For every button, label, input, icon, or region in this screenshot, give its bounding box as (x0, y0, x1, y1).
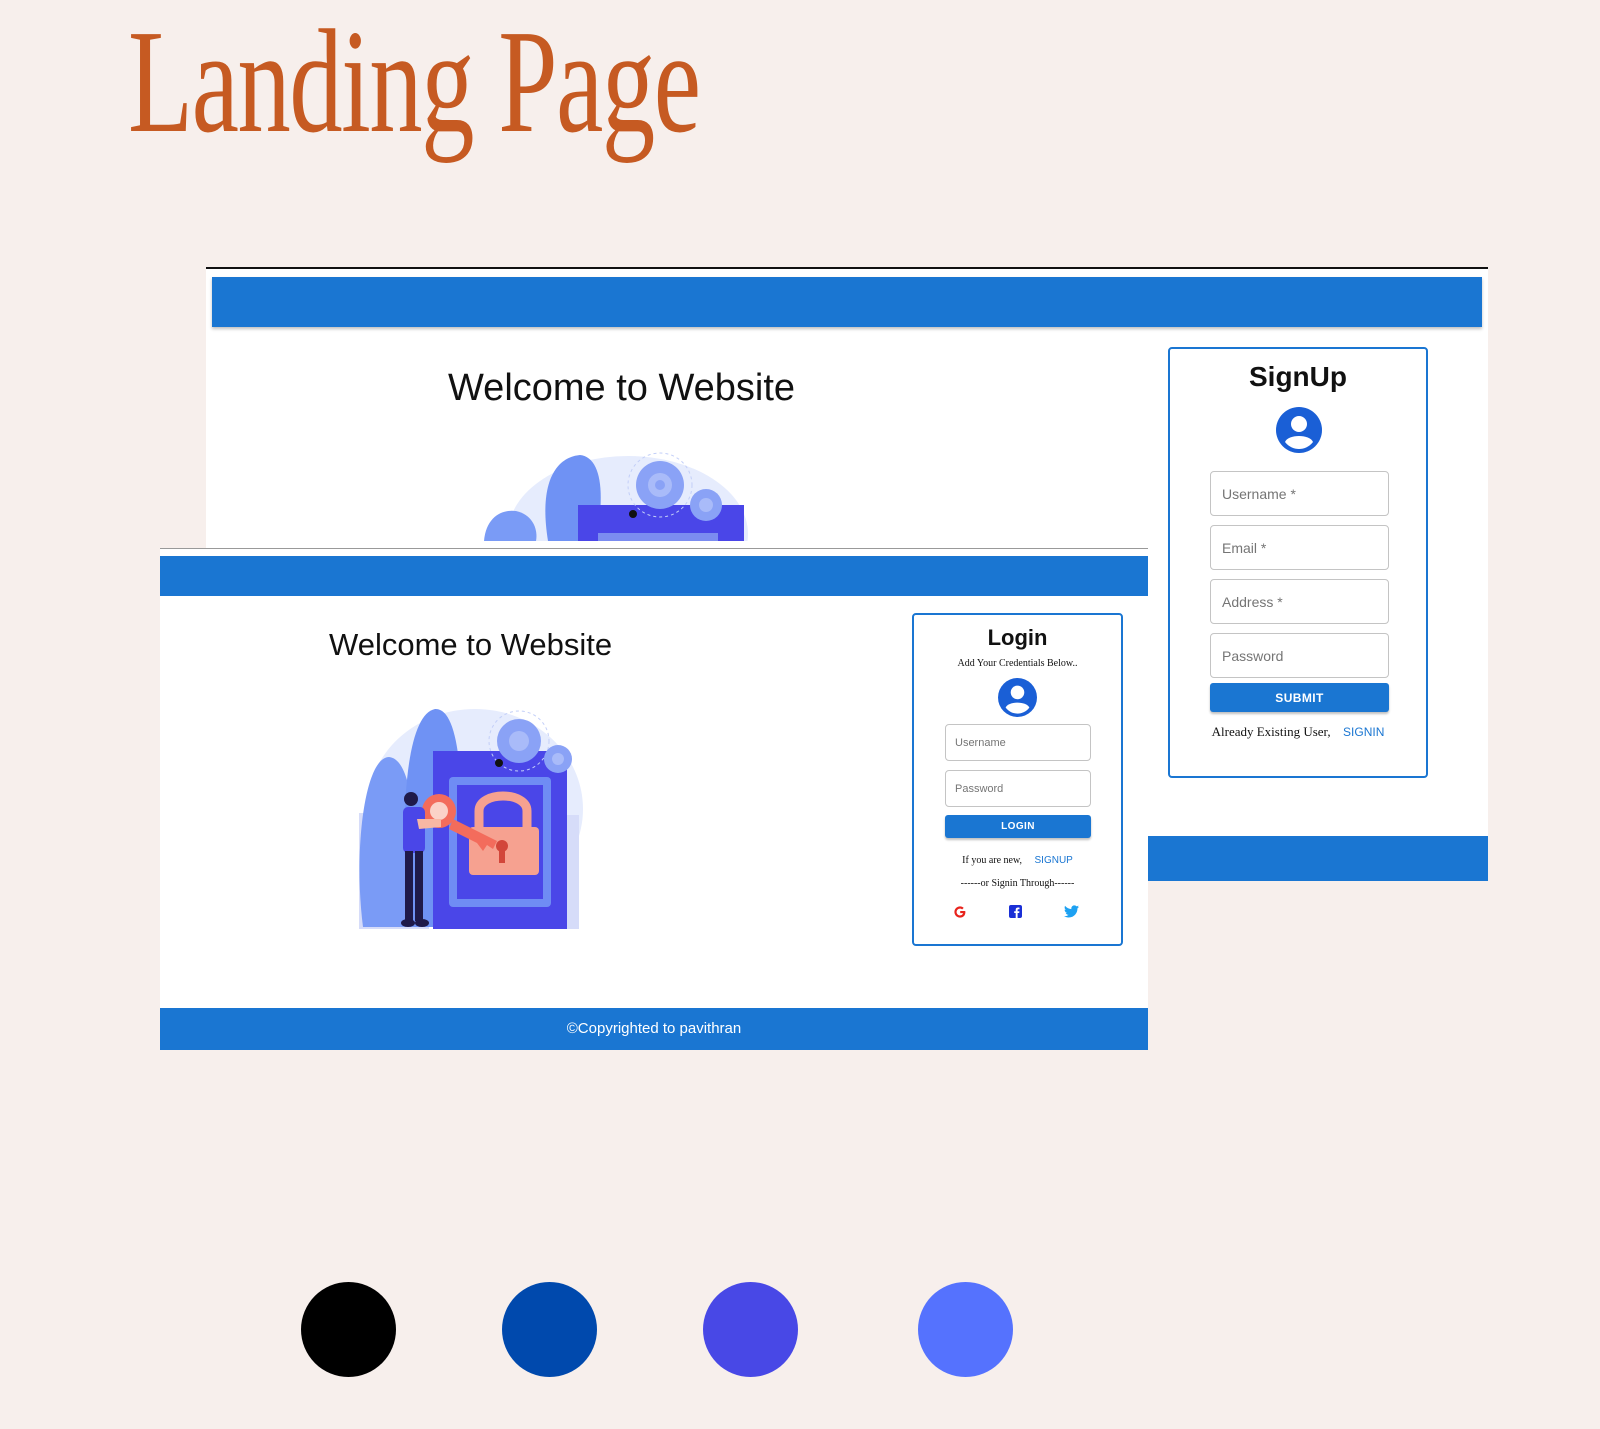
login-page-screenshot: Welcome to Website Login Add Your Creden… (160, 548, 1148, 1050)
palette-swatch-dark-blue (502, 1282, 597, 1377)
security-illustration (359, 699, 587, 929)
login-button[interactable]: LOGIN (945, 815, 1091, 838)
user-avatar-icon (1276, 407, 1322, 453)
welcome-heading: Welcome to Website (329, 627, 613, 662)
signin-link[interactable]: SIGNIN (1343, 725, 1384, 739)
signup-username-field[interactable] (1210, 471, 1389, 516)
signup-prompt: If you are new, SIGNUP (914, 850, 1121, 868)
login-title: Login (987, 625, 1048, 650)
palette-swatch-indigo (703, 1282, 798, 1377)
page-heading: Landing Page (128, 0, 701, 164)
submit-button[interactable]: SUBMIT (1210, 683, 1389, 712)
facebook-icon[interactable] (1009, 905, 1022, 918)
login-username-field[interactable] (945, 724, 1091, 761)
signup-address-field[interactable] (1210, 579, 1389, 624)
user-avatar-icon (998, 678, 1037, 717)
palette-swatch-light-blue (918, 1282, 1013, 1377)
signup-title: SignUp (1249, 361, 1347, 392)
login-subtitle: Add Your Credentials Below.. (957, 658, 1078, 669)
app-bar (212, 277, 1482, 327)
footer-copyright: ©Copyrighted to pavithran (160, 1008, 1148, 1050)
existing-user-text: Already Existing User, (1211, 724, 1331, 739)
signup-card: SignUp SUBMIT Already Existing User, SIG… (1168, 347, 1428, 778)
app-bar (160, 556, 1148, 596)
signup-email-field[interactable] (1210, 525, 1389, 570)
security-illustration (478, 449, 758, 541)
signin-prompt: Already Existing User, SIGNIN (1170, 723, 1426, 741)
palette-swatch-black (301, 1282, 396, 1377)
signup-link[interactable]: SIGNUP (1035, 855, 1073, 866)
welcome-heading: Welcome to Website (448, 367, 796, 409)
google-icon[interactable] (953, 905, 967, 919)
login-card: Login Add Your Credentials Below.. LOGIN… (912, 613, 1123, 946)
login-password-field[interactable] (945, 770, 1091, 807)
twitter-icon[interactable] (1064, 905, 1079, 918)
signup-password-field[interactable] (1210, 633, 1389, 678)
social-divider: ------or Signin Through------ (960, 878, 1075, 889)
new-user-text: If you are new, (962, 855, 1023, 866)
